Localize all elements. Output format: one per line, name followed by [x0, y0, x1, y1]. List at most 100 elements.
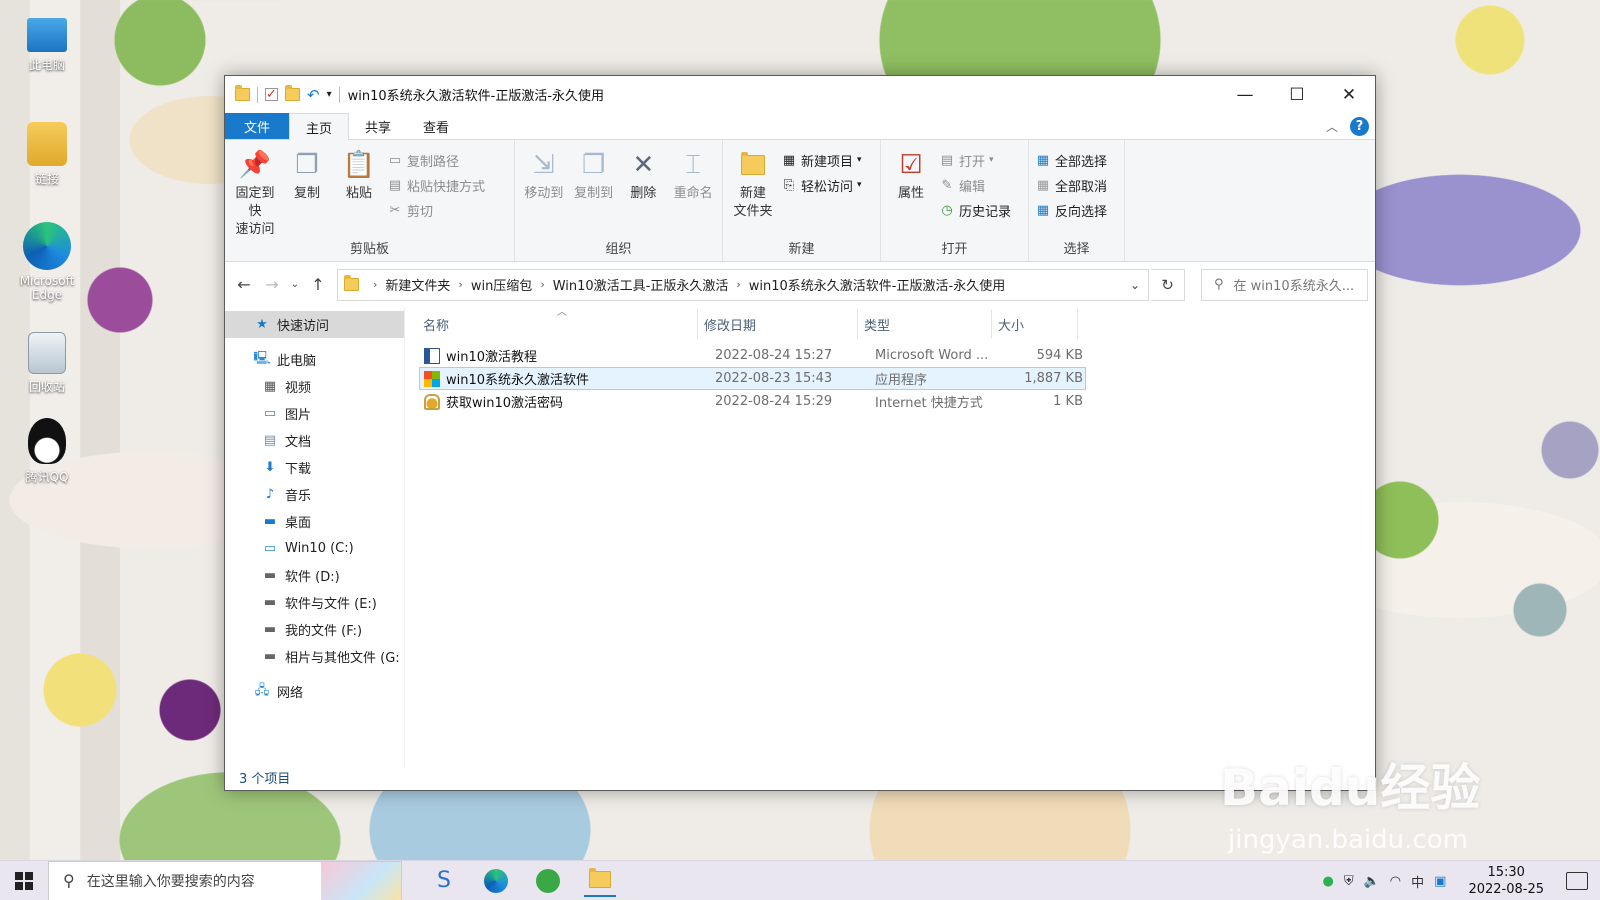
volume-icon[interactable]: 🔈: [1364, 874, 1380, 889]
select-none-button[interactable]: ▦ 全部取消: [1035, 175, 1107, 195]
tab-share[interactable]: 共享: [349, 113, 407, 139]
nav-label: 相片与其他文件 (G:: [285, 651, 400, 666]
wechat-icon[interactable]: ●: [1322, 874, 1333, 889]
search-icon: ⚲: [1214, 277, 1224, 292]
column-header-type[interactable]: 类型: [858, 309, 992, 339]
clock[interactable]: 15:30 2022-08-25: [1468, 864, 1544, 898]
sogou-input-icon[interactable]: S: [428, 865, 460, 897]
breadcrumb-item[interactable]: Win10激活工具-正版永久激活 ›: [553, 275, 749, 294]
title-bar: ✓ ↶ ▾ win10系统永久激活软件-正版激活-永久使用 — ☐ ✕: [225, 76, 1375, 113]
taskbar-search[interactable]: ⚲ 在这里输入你要搜索的内容: [48, 860, 402, 900]
windows-logo-icon: [15, 871, 33, 890]
minimize-button[interactable]: —: [1219, 76, 1271, 113]
properties-check-icon[interactable]: ✓: [265, 87, 278, 102]
column-header-name[interactable]: 名称: [405, 309, 698, 339]
nav-quick-access[interactable]: ★ 快速访问: [225, 311, 404, 338]
security-shield-icon[interactable]: ⛨: [1344, 874, 1354, 889]
ribbon-right-controls: ︿ ?: [1326, 117, 1369, 136]
new-item-icon: ▦: [782, 152, 796, 168]
delete-x-icon: ✕: [632, 150, 655, 180]
copy-path-button[interactable]: ▭ 复制路径: [387, 150, 485, 170]
browser-green-icon[interactable]: [532, 865, 564, 897]
forward-button[interactable]: →: [259, 275, 285, 294]
nav-drive-c[interactable]: ▭ Win10 (C:): [225, 535, 404, 562]
taskbar: ⚲ 在这里输入你要搜索的内容 S ● ⛨ 🔈 ◠ 中 ▣ 15:30 2022-…: [0, 860, 1600, 900]
tab-file[interactable]: 文件: [225, 113, 290, 139]
windows-drive-icon: ▭: [263, 541, 277, 556]
nav-drive-e[interactable]: ▬ 软件与文件 (E:): [225, 589, 404, 616]
help-icon[interactable]: ?: [1350, 117, 1369, 136]
desktop-icon-edge[interactable]: Microsoft Edge: [12, 222, 82, 302]
up-button[interactable]: ↑: [305, 275, 331, 294]
picture-icon: ▭: [263, 406, 277, 421]
copy-label: 复制: [293, 186, 320, 201]
tab-home[interactable]: 主页: [289, 113, 350, 140]
back-button[interactable]: ←: [231, 275, 257, 294]
breadcrumb-item[interactable]: 新建文件夹 ›: [385, 275, 470, 294]
separator: [257, 86, 258, 103]
address-dropdown-icon[interactable]: ⌄: [1130, 278, 1140, 292]
document-icon: ▤: [263, 433, 277, 448]
new-item-button[interactable]: ▦ 新建项目 ▾: [781, 150, 862, 170]
nav-drive-d[interactable]: ▬ 软件 (D:): [225, 562, 404, 589]
breadcrumb-label: Win10激活工具-正版永久激活: [552, 279, 729, 294]
file-explorer-icon[interactable]: [584, 865, 616, 897]
file-date: 2022-08-23 15:43: [715, 371, 833, 386]
network-wifi-icon[interactable]: ◠: [1390, 874, 1401, 889]
easy-access-button[interactable]: ⎘ 轻松访问 ▾: [781, 175, 862, 195]
file-name: 获取win10激活密码: [446, 396, 564, 411]
qq-tray-icon[interactable]: ▣: [1434, 874, 1446, 889]
nav-music[interactable]: ♪ 音乐: [225, 481, 404, 508]
customize-dropdown-icon[interactable]: ▾: [327, 89, 332, 100]
desktop-icon-qq[interactable]: 腾讯QQ: [12, 418, 82, 485]
refresh-button[interactable]: ↻: [1151, 268, 1185, 301]
maximize-button[interactable]: ☐: [1271, 76, 1323, 113]
edit-button[interactable]: ✎ 编辑: [939, 175, 1011, 195]
desktop-icon-this-pc[interactable]: 此电脑: [12, 18, 82, 73]
word-document-icon: [424, 347, 440, 364]
nav-drive-g[interactable]: ▬ 相片与其他文件 (G:: [225, 643, 404, 670]
tab-view[interactable]: 查看: [407, 113, 465, 139]
recycle-bin-icon: [28, 332, 66, 374]
notification-center-icon[interactable]: [1566, 872, 1588, 890]
scissors-icon: ✂: [389, 202, 401, 218]
nav-this-pc[interactable]: 🖳 此电脑: [225, 346, 404, 373]
search-box[interactable]: ⚲ 在 win10系统永久...: [1201, 268, 1368, 301]
nav-label: 音乐: [285, 489, 312, 504]
open-icon: ▤: [940, 152, 954, 168]
column-header-date[interactable]: 修改日期: [698, 309, 858, 339]
desktop-icon-link[interactable]: 链接: [12, 122, 82, 187]
nav-network[interactable]: 🖧 网络: [225, 678, 404, 705]
undo-icon[interactable]: ↶: [307, 86, 320, 104]
edge-icon[interactable]: [480, 865, 512, 897]
file-row[interactable]: win10激活教程 2022-08-24 15:27 Microsoft Wor…: [419, 344, 1086, 367]
open-button[interactable]: ▤ 打开 ▾: [939, 150, 1011, 170]
history-button[interactable]: ◷ 历史记录: [939, 200, 1011, 220]
nav-label: Win10 (C:): [285, 541, 354, 556]
nav-desktop[interactable]: ▬ 桌面: [225, 508, 404, 535]
invert-selection-button[interactable]: ▦ 反向选择: [1035, 200, 1107, 220]
file-row[interactable]: 获取win10激活密码 2022-08-24 15:29 Internet 快捷…: [419, 390, 1086, 413]
breadcrumb-item[interactable]: win10系统永久激活软件-正版激活-永久使用: [749, 275, 1005, 294]
select-all-button[interactable]: ▦ 全部选择: [1035, 150, 1107, 170]
cut-button[interactable]: ✂ 剪切: [387, 200, 485, 220]
file-explorer-window: ✓ ↶ ▾ win10系统永久激活软件-正版激活-永久使用 — ☐ ✕ 文件 主…: [224, 75, 1376, 791]
address-bar[interactable]: › 新建文件夹 › win压缩包 › Win10激活工具-正版永久激活 › win10…: [337, 268, 1149, 301]
paste-shortcut-button[interactable]: ▤ 粘贴快捷方式: [387, 175, 485, 195]
nav-pictures[interactable]: ▭ 图片: [225, 400, 404, 427]
file-row-selected[interactable]: win10系统永久激活软件 2022-08-23 15:43 应用程序 1,88…: [419, 367, 1086, 390]
recent-locations-button[interactable]: ⌄: [287, 279, 303, 290]
nav-downloads[interactable]: ⬇ 下载: [225, 454, 404, 481]
input-method-icon[interactable]: 中: [1411, 872, 1424, 891]
paste-icon: 📋: [342, 150, 376, 180]
nav-documents[interactable]: ▤ 文档: [225, 427, 404, 454]
new-folder-icon[interactable]: [285, 85, 300, 101]
start-button[interactable]: [0, 861, 48, 900]
nav-drive-f[interactable]: ▬ 我的文件 (F:): [225, 616, 404, 643]
nav-videos[interactable]: ▦ 视频: [225, 373, 404, 400]
column-header-size[interactable]: 大小: [992, 309, 1078, 339]
breadcrumb-item[interactable]: win压缩包 ›: [471, 275, 553, 294]
collapse-ribbon-icon[interactable]: ︿: [1326, 118, 1338, 135]
close-button[interactable]: ✕: [1323, 76, 1375, 113]
desktop-icon-recycle-bin[interactable]: 回收站: [12, 332, 82, 395]
